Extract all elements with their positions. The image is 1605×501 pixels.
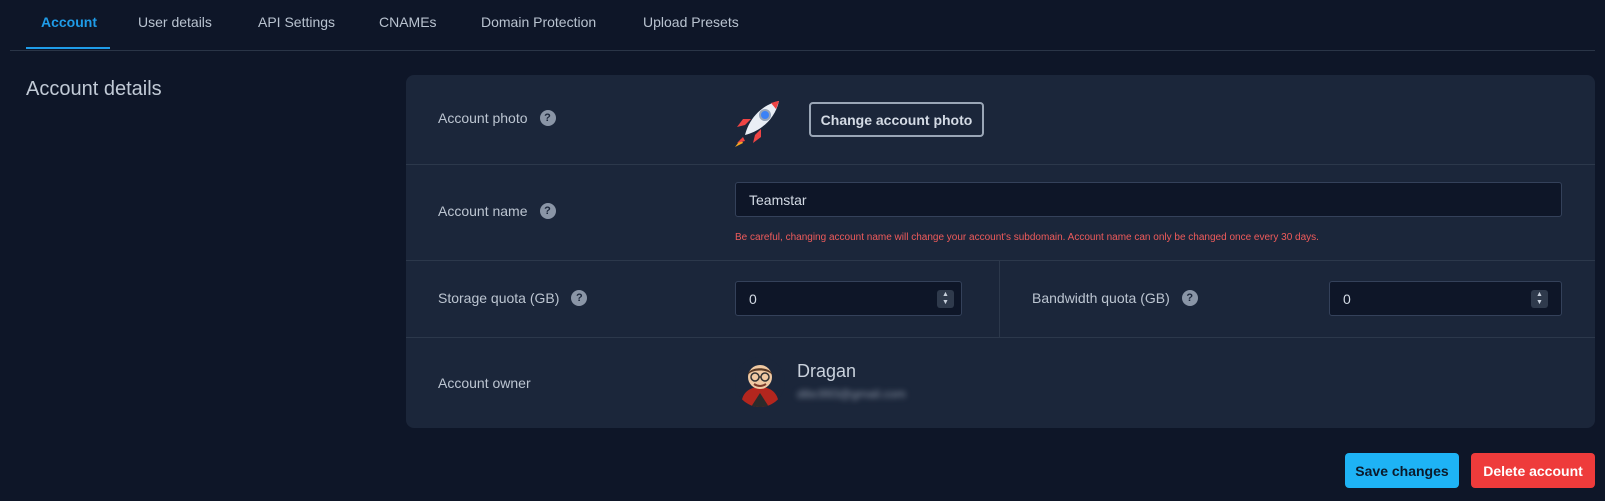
tab-domain-protection[interactable]: Domain Protection: [481, 14, 596, 30]
owner-email: dibc993@gmail.com: [797, 387, 906, 401]
storage-quota-label: Storage quota (GB): [438, 290, 560, 306]
save-changes-button[interactable]: Save changes: [1345, 453, 1459, 488]
account-name-input[interactable]: [735, 182, 1562, 217]
account-owner-label: Account owner: [438, 375, 531, 391]
tab-cnames[interactable]: CNAMEs: [379, 14, 437, 30]
account-name-row: Account name ? Be careful, changing acco…: [406, 165, 1595, 261]
rocket-icon: [735, 101, 779, 147]
quota-row: Storage quota (GB) ? ▲▼ Bandwidth quota …: [406, 261, 1595, 338]
tab-account[interactable]: Account: [41, 14, 97, 30]
account-name-label: Account name: [438, 203, 528, 219]
help-icon[interactable]: ?: [539, 110, 556, 126]
account-name-warning: Be careful, changing account name will c…: [735, 232, 1319, 243]
account-photo-label: Account photo: [438, 110, 528, 126]
active-tab-indicator: [26, 47, 110, 49]
storage-quota-input[interactable]: [735, 281, 962, 316]
tab-bar: Account User details API Settings CNAMEs…: [10, 0, 1595, 51]
bandwidth-quota-input[interactable]: [1329, 281, 1562, 316]
avatar: [735, 357, 785, 407]
bandwidth-quota-stepper[interactable]: ▲ ▼: [1531, 290, 1548, 308]
account-photo-row: Account photo ? Change account photo: [406, 75, 1595, 165]
help-icon[interactable]: ?: [571, 290, 588, 306]
tab-upload-presets[interactable]: Upload Presets: [643, 14, 739, 30]
storage-quota-stepper[interactable]: ▲ ▼: [937, 290, 954, 308]
storage-quota-label-group: Storage quota (GB) ?: [438, 290, 588, 306]
change-account-photo-button[interactable]: Change account photo: [809, 102, 984, 137]
account-photo-label-group: Account photo ?: [438, 110, 556, 126]
tab-user-details[interactable]: User details: [138, 14, 212, 30]
delete-account-button[interactable]: Delete account: [1471, 453, 1595, 488]
tab-api-settings[interactable]: API Settings: [258, 14, 335, 30]
quota-divider: [999, 261, 1000, 337]
account-name-label-group: Account name ?: [438, 203, 556, 219]
help-icon[interactable]: ?: [539, 203, 556, 219]
owner-name: Dragan: [797, 361, 857, 381]
account-details-card: Account photo ? Change account photo Acc…: [406, 75, 1595, 428]
account-owner-row: Account owner Dragan dibc993@gmail.com: [406, 338, 1595, 428]
bandwidth-quota-label-group: Bandwidth quota (GB) ?: [1032, 290, 1198, 306]
help-icon[interactable]: ?: [1181, 290, 1198, 306]
bandwidth-quota-label: Bandwidth quota (GB): [1032, 290, 1170, 306]
section-title: Account details: [26, 78, 162, 100]
